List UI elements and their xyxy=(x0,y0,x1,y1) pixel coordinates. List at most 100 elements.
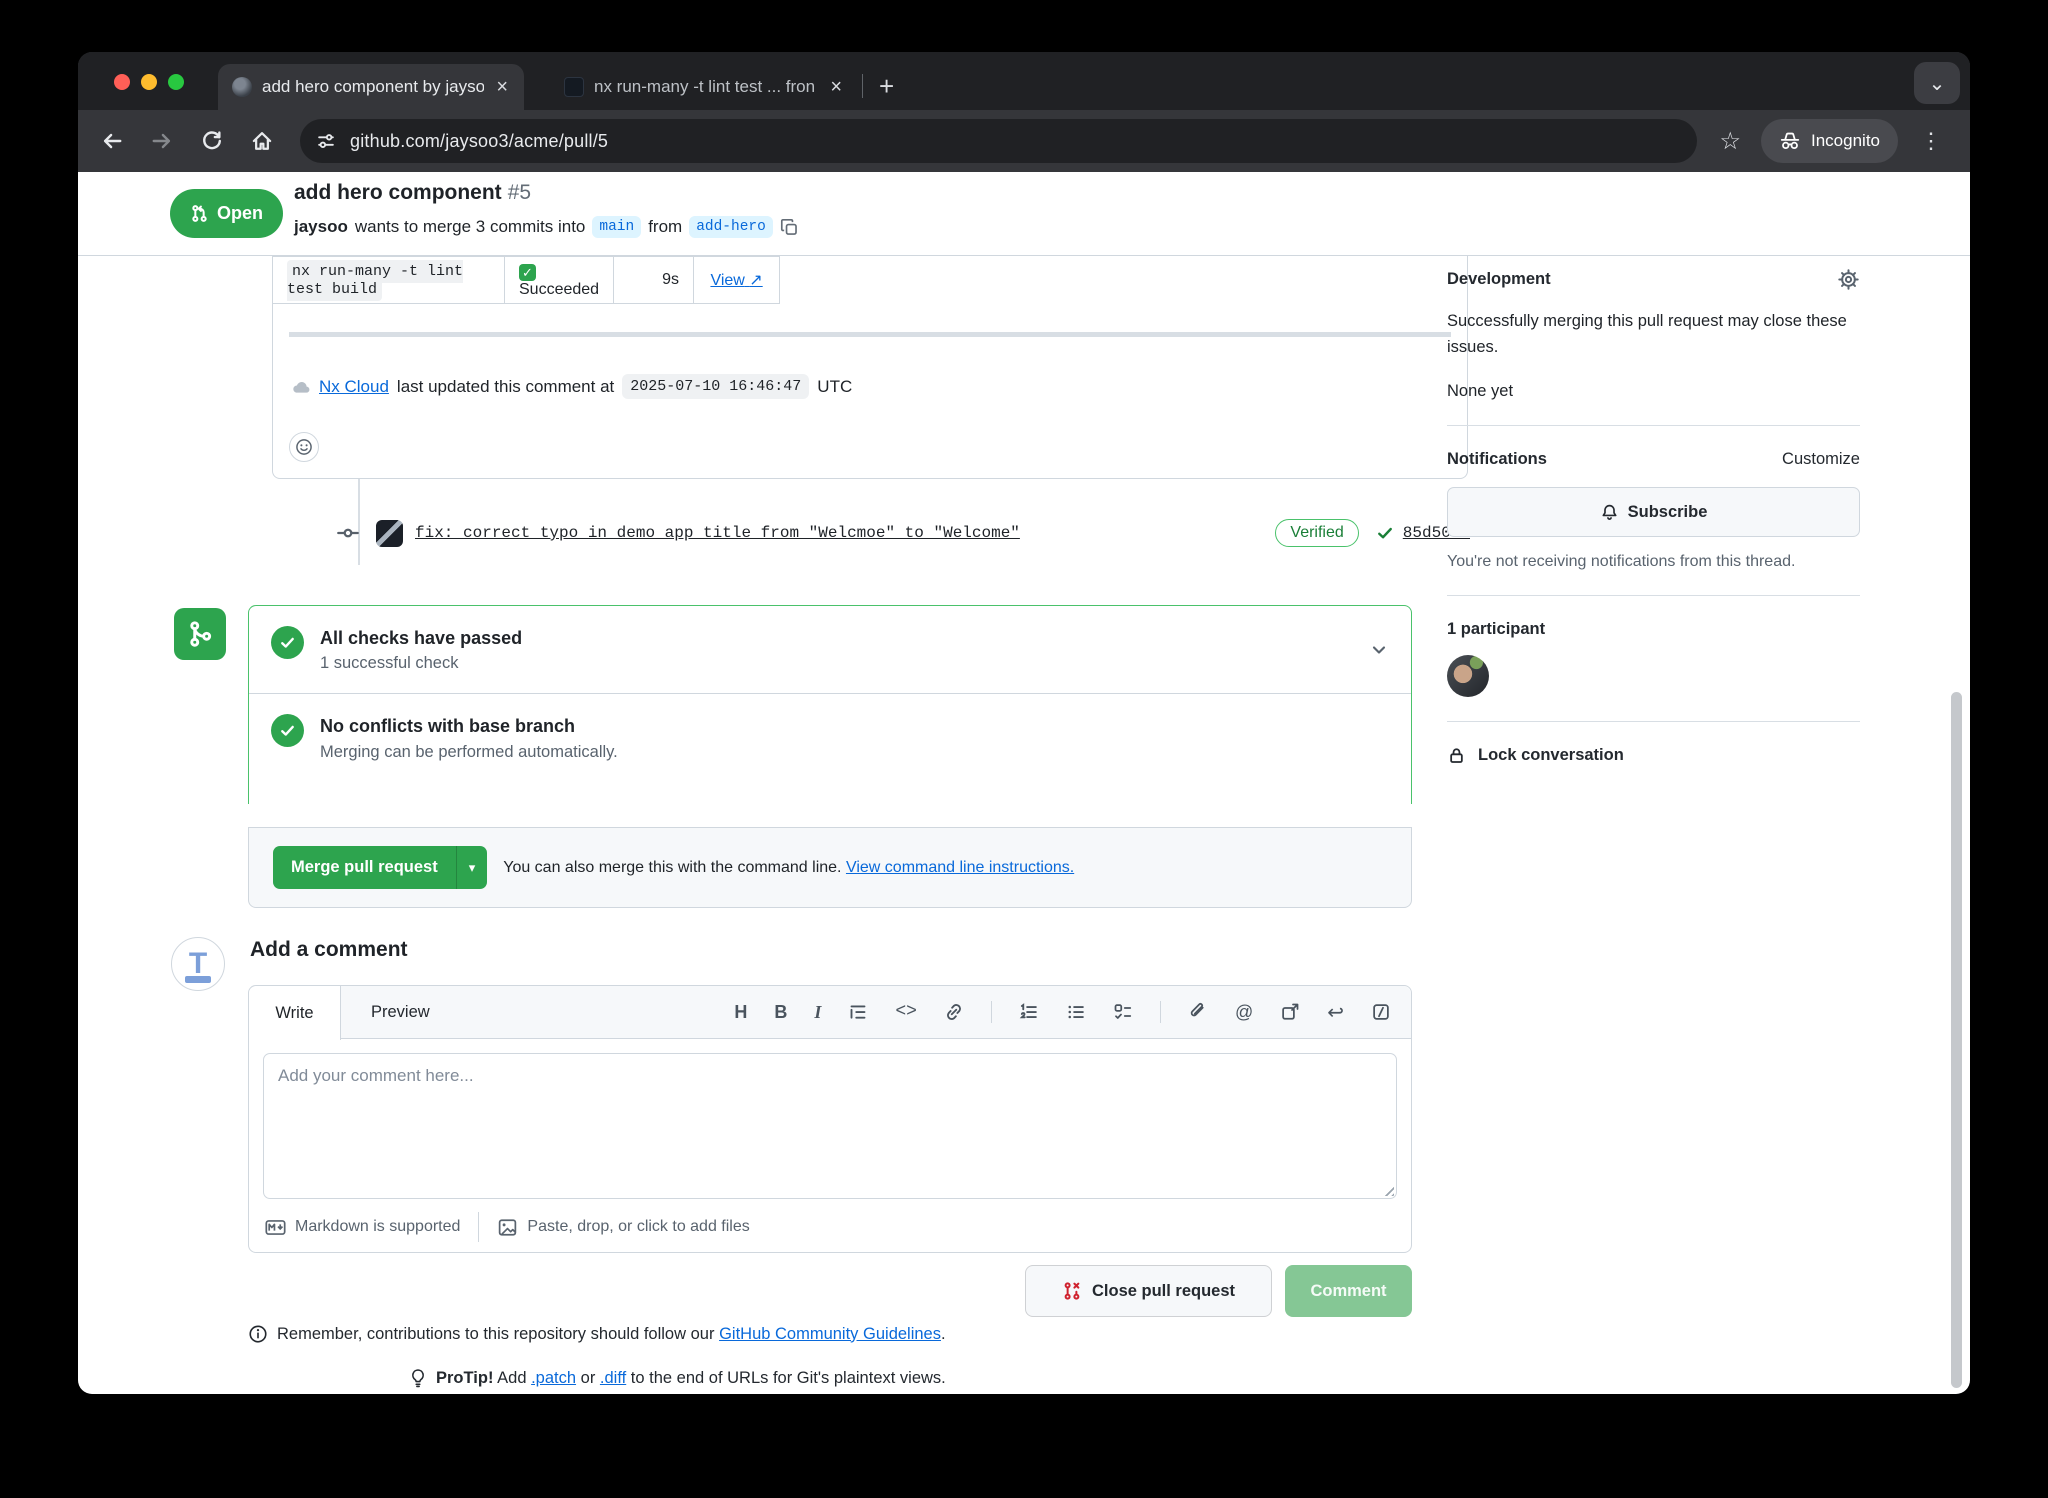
footer-divider xyxy=(478,1212,479,1242)
mention-icon[interactable]: @ xyxy=(1235,1002,1253,1023)
add-reaction-button[interactable] xyxy=(289,432,319,462)
task-list-icon[interactable] xyxy=(1113,1002,1133,1022)
screen: add hero component by jayso × nx run-man… xyxy=(0,0,2048,1498)
editor-footer: Markdown is supported Paste, drop, or cl… xyxy=(249,1212,1411,1242)
bullet-list-icon[interactable] xyxy=(1066,1002,1086,1022)
slash-commands-icon[interactable] xyxy=(1371,1002,1391,1022)
address-bar[interactable]: github.com/jaysoo3/acme/pull/5 xyxy=(300,119,1697,163)
incognito-badge: Incognito xyxy=(1761,119,1898,163)
reload-icon[interactable] xyxy=(200,129,224,153)
quote-icon[interactable] xyxy=(848,1002,868,1022)
check-status-cell: ✓Succeeded xyxy=(505,257,614,304)
tab-nx-run[interactable]: nx run-many -t lint test ... fron × xyxy=(550,64,858,110)
checks-passed-section[interactable]: All checks have passed 1 successful chec… xyxy=(249,606,1411,693)
participant-avatar[interactable] xyxy=(1447,655,1489,697)
close-pull-request-button[interactable]: Close pull request xyxy=(1025,1265,1272,1317)
site-settings-icon[interactable] xyxy=(316,131,336,151)
check-circle-icon xyxy=(271,626,304,659)
heading-icon[interactable]: H xyxy=(734,1002,747,1023)
pr-state-badge: Open xyxy=(170,189,283,238)
development-description: Successfully merging this pull request m… xyxy=(1447,309,1860,360)
pr-number: #5 xyxy=(508,181,531,204)
sidebar-divider xyxy=(1447,721,1860,722)
subscribe-button[interactable]: Subscribe xyxy=(1447,487,1860,537)
customize-link[interactable]: Customize xyxy=(1782,450,1860,469)
commit-row: fix: correct typo in demo app title from… xyxy=(336,513,1470,553)
home-icon[interactable] xyxy=(250,129,274,153)
close-window-button[interactable] xyxy=(114,74,130,90)
smiley-icon xyxy=(295,438,313,456)
gear-icon[interactable] xyxy=(1837,268,1860,291)
current-user-avatar: T xyxy=(171,937,225,991)
check-view-cell: View ↗ xyxy=(694,257,780,304)
checks-subtitle: 1 successful check xyxy=(320,654,522,673)
lock-conversation-button[interactable]: Lock conversation xyxy=(1447,746,1860,765)
preview-tab[interactable]: Preview xyxy=(341,986,460,1038)
page-scrollbar-thumb[interactable] xyxy=(1951,692,1962,1388)
verified-badge[interactable]: Verified xyxy=(1275,519,1358,547)
attach-file-icon[interactable] xyxy=(1188,1002,1208,1022)
diff-link[interactable]: .diff xyxy=(600,1369,626,1387)
incognito-icon xyxy=(1779,130,1801,152)
protip-note: ProTip! Add .patch or .diff to the end o… xyxy=(408,1368,946,1388)
editor-toolbar: H B I <> @ ↩ xyxy=(734,986,1411,1038)
browser-menu-icon[interactable]: ⋮ xyxy=(1914,128,1948,154)
write-tab[interactable]: Write xyxy=(249,986,341,1040)
comment-input[interactable] xyxy=(263,1053,1397,1199)
community-guidelines-link[interactable]: GitHub Community Guidelines xyxy=(719,1325,941,1343)
table-row: nx run-many -t lint test build ✓Succeede… xyxy=(273,257,780,304)
copy-icon[interactable] xyxy=(780,218,799,237)
bookmark-star-icon[interactable]: ☆ xyxy=(1719,127,1741,156)
nx-cloud-link[interactable]: Nx Cloud xyxy=(319,377,389,397)
editor-tab-bar: Write Preview H B I <> xyxy=(249,986,1411,1039)
cli-instructions-link[interactable]: View command line instructions. xyxy=(846,859,1074,876)
head-branch-label[interactable]: add-hero xyxy=(689,216,773,238)
bold-icon[interactable]: B xyxy=(774,1002,787,1023)
cloud-icon xyxy=(291,377,311,397)
merge-pull-request-button[interactable]: Merge pull request ▾ xyxy=(273,846,487,889)
code-icon[interactable]: <> xyxy=(895,1002,917,1022)
minimize-window-button[interactable] xyxy=(141,74,157,90)
git-commit-icon xyxy=(336,521,360,545)
patch-link[interactable]: .patch xyxy=(531,1369,576,1387)
commit-author-avatar[interactable] xyxy=(376,520,403,547)
forward-icon[interactable] xyxy=(150,129,174,153)
timestamp: 2025-07-10 16:46:47 xyxy=(622,374,809,399)
italic-icon[interactable]: I xyxy=(814,1002,821,1023)
git-merge-icon xyxy=(186,620,214,648)
comment-editor: Write Preview H B I <> xyxy=(248,985,1412,1253)
new-tab-button[interactable]: + xyxy=(873,71,900,102)
check-duration-cell: 9s xyxy=(614,257,694,304)
chevron-down-icon[interactable] xyxy=(1369,640,1389,660)
tab-title: add hero component by jayso xyxy=(262,77,484,97)
saved-replies-icon[interactable]: ↩ xyxy=(1327,1000,1344,1025)
browser-window: add hero component by jayso × nx run-man… xyxy=(78,52,1970,1394)
comment-button[interactable]: Comment xyxy=(1285,1265,1412,1317)
pr-subtitle: jaysoo wants to merge 3 commits into mai… xyxy=(294,216,799,238)
link-icon[interactable] xyxy=(944,1002,964,1022)
close-tab-icon[interactable]: × xyxy=(828,77,844,97)
back-icon[interactable] xyxy=(100,129,124,153)
incognito-label: Incognito xyxy=(1811,131,1880,151)
development-heading: Development xyxy=(1447,270,1551,289)
merge-options-caret[interactable]: ▾ xyxy=(456,846,488,889)
commit-message-link[interactable]: fix: correct typo in demo app title from… xyxy=(415,524,1020,542)
pr-author[interactable]: jaysoo xyxy=(294,217,348,237)
close-tab-icon[interactable]: × xyxy=(494,77,510,97)
cross-reference-icon[interactable] xyxy=(1280,1002,1300,1022)
paste-files-button[interactable]: Paste, drop, or click to add files xyxy=(497,1217,749,1238)
check-command-cell: nx run-many -t lint test build xyxy=(273,257,505,304)
no-conflicts-section: No conflicts with base branch Merging ca… xyxy=(249,693,1411,803)
view-link[interactable]: View ↗ xyxy=(710,272,762,289)
tab-pull-request[interactable]: add hero component by jayso × xyxy=(218,64,524,110)
maximize-window-button[interactable] xyxy=(168,74,184,90)
merge-status-badge xyxy=(174,608,226,660)
sidebar-divider xyxy=(1447,595,1860,596)
tab-search-button[interactable]: ⌄ xyxy=(1914,62,1960,104)
markdown-supported-button[interactable]: Markdown is supported xyxy=(265,1217,460,1238)
tab-strip: add hero component by jayso × nx run-man… xyxy=(78,52,1970,110)
base-branch-label[interactable]: main xyxy=(592,216,641,238)
conflicts-title: No conflicts with base branch xyxy=(320,714,618,738)
numbered-list-icon[interactable] xyxy=(1019,1002,1039,1022)
tab-divider xyxy=(862,74,863,98)
